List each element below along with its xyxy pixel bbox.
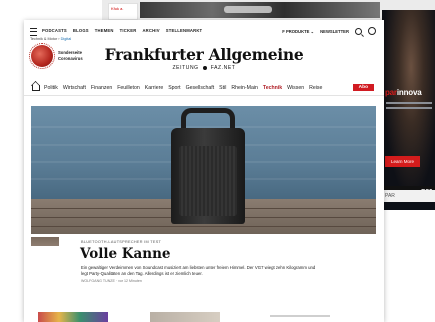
section-finanzen[interactable]: Finanzen <box>91 85 112 91</box>
background-pill <box>224 6 272 13</box>
next-article-image-2[interactable] <box>150 312 220 322</box>
user-icon[interactable] <box>368 27 376 35</box>
breadcrumb: Technik & Motor › Digital <box>30 37 72 41</box>
newsletter-link[interactable]: NEWSLETTER <box>320 29 349 34</box>
ad-learn-more-button[interactable]: Learn More <box>385 156 421 167</box>
topnav-blogs[interactable]: BLOGS <box>73 28 89 33</box>
top-bar: PODCASTS BLOGS THEMEN TICKER ARCHIV STEL… <box>24 26 384 36</box>
section-reise[interactable]: Reise <box>309 85 322 91</box>
ad-brand: parinnova <box>385 88 422 97</box>
section-stil[interactable]: Stil <box>219 85 226 91</box>
logo-sub-left: ZEITUNG <box>172 65 199 71</box>
article-headline[interactable]: Volle Kanne <box>80 246 171 262</box>
ad-bottom-strip: PAR <box>382 190 435 202</box>
speaker-image <box>171 128 245 224</box>
article-thumbnail[interactable] <box>31 237 59 259</box>
advertisement[interactable]: parinnova Learn More SUS Systems par <box>382 10 435 210</box>
topnav-themen[interactable]: THEMEN <box>95 28 114 33</box>
section-wirtschaft[interactable]: Wirtschaft <box>63 85 86 91</box>
breadcrumb-current[interactable]: Digital <box>61 37 72 41</box>
logo-subline: ZEITUNG FAZ.NET <box>24 65 384 71</box>
section-technik[interactable]: Technik <box>263 85 282 91</box>
topnav-ticker[interactable]: TICKER <box>120 28 137 33</box>
logo-sub-right: FAZ.NET <box>210 65 236 71</box>
ad-subtext <box>386 102 432 118</box>
article-meta: WOLFGANG TUNZE · vor 12 Minuten <box>81 279 142 283</box>
section-politik[interactable]: Politik <box>44 85 58 91</box>
top-navigation: PODCASTS BLOGS THEMEN TICKER ARCHIV STEL… <box>42 28 202 33</box>
home-icon[interactable] <box>32 85 40 91</box>
section-rhein-main[interactable]: Rhein-Main <box>231 85 258 91</box>
topnav-stellenmarkt[interactable]: STELLENMARKT <box>166 28 203 33</box>
dot-icon <box>202 65 207 70</box>
next-article-text <box>270 315 330 317</box>
background-thumbnail: Kfuk a. <box>108 3 138 20</box>
section-sport[interactable]: Sport <box>168 85 180 91</box>
topnav-podcasts[interactable]: PODCASTS <box>42 28 67 33</box>
section-navigation: Politik Wirtschaft Finanzen Feuilleton K… <box>24 83 384 96</box>
search-icon[interactable] <box>355 27 362 35</box>
breadcrumb-path[interactable]: Technik & Motor <box>30 37 57 41</box>
topnav-archiv[interactable]: ARCHIV <box>142 28 159 33</box>
section-karriere[interactable]: Karriere <box>145 85 163 91</box>
background-thumb-text: Kfuk a. <box>111 6 124 11</box>
ad-strip-text: PAR <box>385 193 395 199</box>
ad-brand-prefix: par <box>385 88 397 97</box>
ad-brand-suffix: innova <box>396 88 422 97</box>
top-right-links: F PRODUKTE ⌄ NEWSLETTER <box>282 27 376 35</box>
next-article-image[interactable] <box>38 312 108 322</box>
section-items: Politik Wirtschaft Finanzen Feuilleton K… <box>44 85 322 91</box>
section-gesellschaft[interactable]: Gesellschaft <box>186 85 215 91</box>
faz-page: PODCASTS BLOGS THEMEN TICKER ARCHIV STEL… <box>24 20 384 322</box>
menu-icon[interactable] <box>30 28 37 36</box>
article-teaser[interactable]: Ein gewaltiger Verdeimmen von Soundcast … <box>81 265 321 277</box>
products-link[interactable]: F PRODUKTE ⌄ <box>282 29 314 34</box>
section-wissen[interactable]: Wissen <box>287 85 304 91</box>
abo-button[interactable]: Abo <box>352 84 374 91</box>
faz-logo[interactable]: Frankfurter Allgemeine <box>24 45 384 64</box>
section-feuilleton[interactable]: Feuilleton <box>117 85 140 91</box>
hero-image[interactable] <box>31 106 376 234</box>
article-kicker: BLUETOOTH-LAUTSPRECHER IM TEST <box>81 240 162 244</box>
